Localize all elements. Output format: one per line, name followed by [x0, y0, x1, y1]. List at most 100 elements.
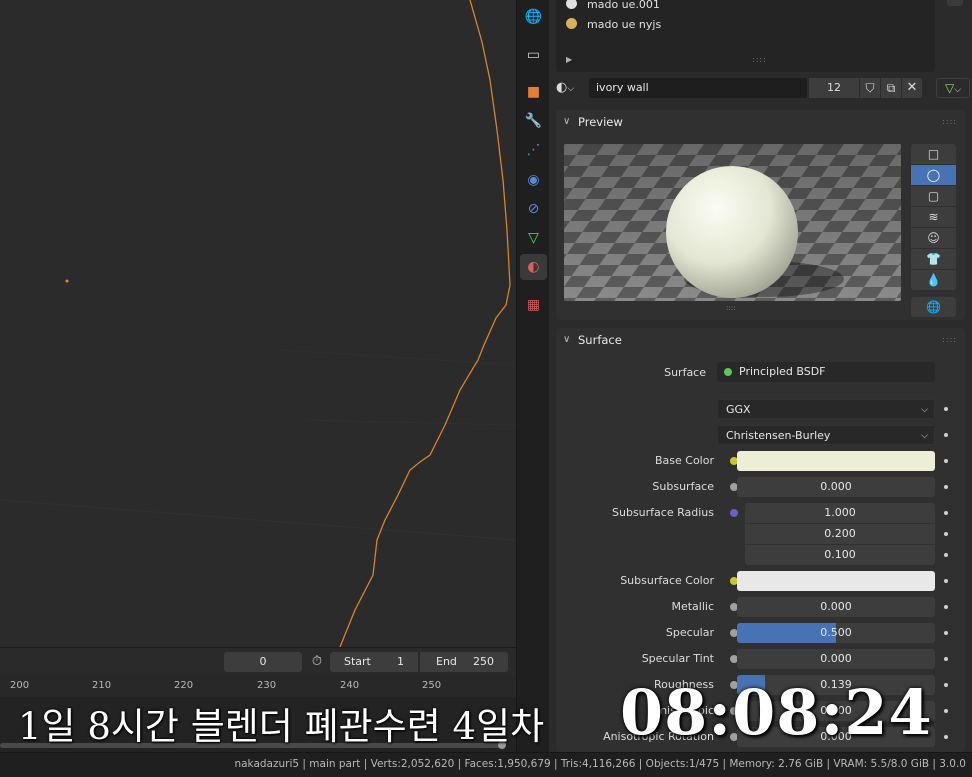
3d-viewport[interactable] — [0, 0, 516, 647]
surface-panel-header[interactable]: ∨ Surface :::: — [556, 328, 965, 352]
object-origin — [65, 279, 69, 283]
preview-panel-header[interactable]: ∨ Preview :::: — [556, 110, 965, 134]
material-ball-icon — [566, 0, 577, 9]
keyframe-dot-icon[interactable] — [944, 511, 948, 515]
keyframe-dot-icon[interactable] — [944, 485, 948, 489]
cube-preview-icon: ▢ — [927, 189, 940, 203]
surface-shader-field[interactable]: Principled BSDF — [717, 362, 935, 382]
preview-sphere — [666, 166, 798, 298]
video-caption: 1일 8시간 블렌더 폐관수련 4일차 — [18, 705, 545, 748]
preview-panel: ∨ Preview :::::::: □ ◯ ▢ ≋ ☺ 👕 💧 🌐 — [556, 110, 965, 320]
keyframe-dot-icon[interactable] — [944, 735, 948, 739]
resize-grip-icon[interactable]: :::: — [726, 304, 735, 312]
value-field[interactable]: 0.000 — [737, 597, 935, 617]
physics-tab[interactable]: ◉ — [520, 167, 547, 193]
material-slot[interactable]: mado ue.001 — [566, 0, 660, 14]
end-value: 250 — [473, 655, 494, 668]
panel-scroll-stub[interactable] — [947, 0, 963, 6]
timeline-ruler[interactable]: 200 210 220 230 240 250 — [0, 675, 516, 697]
keyframe-dot-icon[interactable] — [944, 631, 948, 635]
value-field[interactable]: 0.000 — [737, 477, 935, 497]
monkey-preview-button[interactable]: ☺ — [911, 228, 956, 248]
slider-field[interactable]: 0.500 — [737, 623, 935, 643]
ruler-tick: 240 — [340, 680, 360, 691]
video-clock: 08:08:24 — [620, 676, 933, 749]
vector-component-field[interactable]: 1.000 — [745, 503, 935, 523]
properties-editor: mado ue.001 mado ue nyjs ▶ :::: ◐⌵ ivory… — [549, 0, 972, 752]
current-frame-field[interactable]: 0 — [224, 652, 302, 672]
input-socket-icon[interactable] — [730, 509, 738, 517]
cloth-preview-button[interactable]: 👕 — [911, 249, 956, 269]
material-slot[interactable]: mado ue nyjs — [566, 16, 661, 34]
end-label: End — [436, 655, 457, 668]
color-swatch[interactable] — [737, 571, 935, 591]
keyframe-dot-icon[interactable] — [944, 433, 948, 437]
chevron-down-icon: ∨ — [563, 116, 571, 127]
resize-grip-icon[interactable]: :::: — [752, 55, 767, 64]
duplicate-icon[interactable]: ⧉ — [881, 78, 901, 98]
keyframe-dot-icon[interactable] — [944, 407, 948, 411]
fluid-preview-icon: 💧 — [926, 273, 941, 287]
particles-tab[interactable]: ⋰ — [520, 137, 547, 163]
scene-statistics: nakadazuri5 | main part | Verts:2,052,62… — [234, 758, 966, 770]
vector-component-field[interactable]: 0.200 — [745, 524, 935, 544]
link-mode-dropdown[interactable]: ▽⌵ — [936, 78, 970, 98]
input-label: Subsurface Radius — [612, 506, 714, 519]
keyframe-dot-icon[interactable] — [944, 605, 948, 609]
browse-material-button[interactable]: ◐⌵ — [556, 78, 588, 98]
expand-triangle-icon[interactable]: ▶ — [566, 55, 572, 64]
timeline-header: 0 ⏱ Start 1 End 250 — [0, 647, 516, 675]
drag-grip-icon[interactable]: :::: — [942, 328, 957, 352]
material-name-field[interactable]: ivory wall — [589, 78, 807, 98]
shader-name: Principled BSDF — [739, 365, 826, 378]
fake-user-shield-icon[interactable]: ⛉ — [860, 78, 880, 98]
material-users-count[interactable]: 12 — [809, 78, 859, 98]
collection-box-icon: ▭ — [526, 47, 541, 63]
sphere-preview-button[interactable]: ◯ — [911, 165, 956, 185]
start-frame-field[interactable]: Start 1 — [330, 652, 418, 672]
hair-preview-button[interactable]: ≋ — [911, 207, 956, 227]
preview-world-button[interactable]: 🌐 — [911, 297, 956, 317]
unlink-close-icon[interactable]: ✕ — [902, 78, 922, 98]
modifier-tab[interactable]: 🔧 — [520, 108, 547, 134]
distribution-dropdown[interactable]: GGX ⌵ — [717, 399, 935, 419]
chevron-down-icon: ⌵ — [567, 84, 575, 94]
stopwatch-icon[interactable]: ⏱ — [307, 652, 327, 672]
subsurface-method-dropdown[interactable]: Christensen-Burley ⌵ — [717, 425, 935, 445]
ruler-tick: 200 — [10, 680, 30, 691]
material-tab[interactable]: ◐ — [520, 254, 547, 280]
keyframe-dot-icon[interactable] — [944, 579, 948, 583]
keyframe-dot-icon[interactable] — [944, 657, 948, 661]
material-preview-render — [564, 144, 901, 301]
texture-tab[interactable]: ▦ — [520, 292, 547, 318]
keyframe-dot-icon[interactable] — [944, 532, 948, 536]
end-frame-field[interactable]: End 250 — [420, 652, 508, 672]
keyframe-dot-icon[interactable] — [944, 553, 948, 557]
data-tab[interactable]: ▽ — [520, 225, 547, 251]
keyframe-dot-icon[interactable] — [944, 459, 948, 463]
particles-icon: ⋰ — [526, 142, 541, 158]
fluid-preview-button[interactable]: 💧 — [911, 270, 956, 290]
object-tab[interactable]: ■ — [520, 79, 547, 105]
constraints-tab[interactable]: ⊘ — [520, 196, 547, 222]
value-field[interactable]: 0.000 — [737, 649, 935, 669]
material-sphere-icon: ◐ — [527, 259, 540, 275]
ruler-tick: 230 — [257, 680, 277, 691]
material-slot-list[interactable]: mado ue.001 mado ue nyjs ▶ :::: — [556, 0, 935, 72]
input-label: Specular — [665, 626, 714, 639]
constraint-icon: ⊘ — [527, 201, 540, 217]
color-swatch[interactable] — [737, 451, 935, 471]
drag-grip-icon[interactable]: :::: — [942, 110, 957, 134]
vector-component-field[interactable]: 0.100 — [745, 545, 935, 565]
surface-label: Surface — [664, 366, 706, 379]
world-tab[interactable]: 🌐 — [520, 4, 547, 30]
input-label: Specular Tint — [641, 652, 714, 665]
keyframe-dot-icon[interactable] — [944, 709, 948, 713]
chevron-down-icon: ⌵ — [954, 85, 962, 95]
input-label: Subsurface — [652, 480, 714, 493]
globe-icon: 🌐 — [926, 300, 941, 314]
flat-preview-button[interactable]: □ — [911, 144, 956, 164]
cube-preview-button[interactable]: ▢ — [911, 186, 956, 206]
collection-tab[interactable]: ▭ — [520, 42, 547, 68]
keyframe-dot-icon[interactable] — [944, 683, 948, 687]
